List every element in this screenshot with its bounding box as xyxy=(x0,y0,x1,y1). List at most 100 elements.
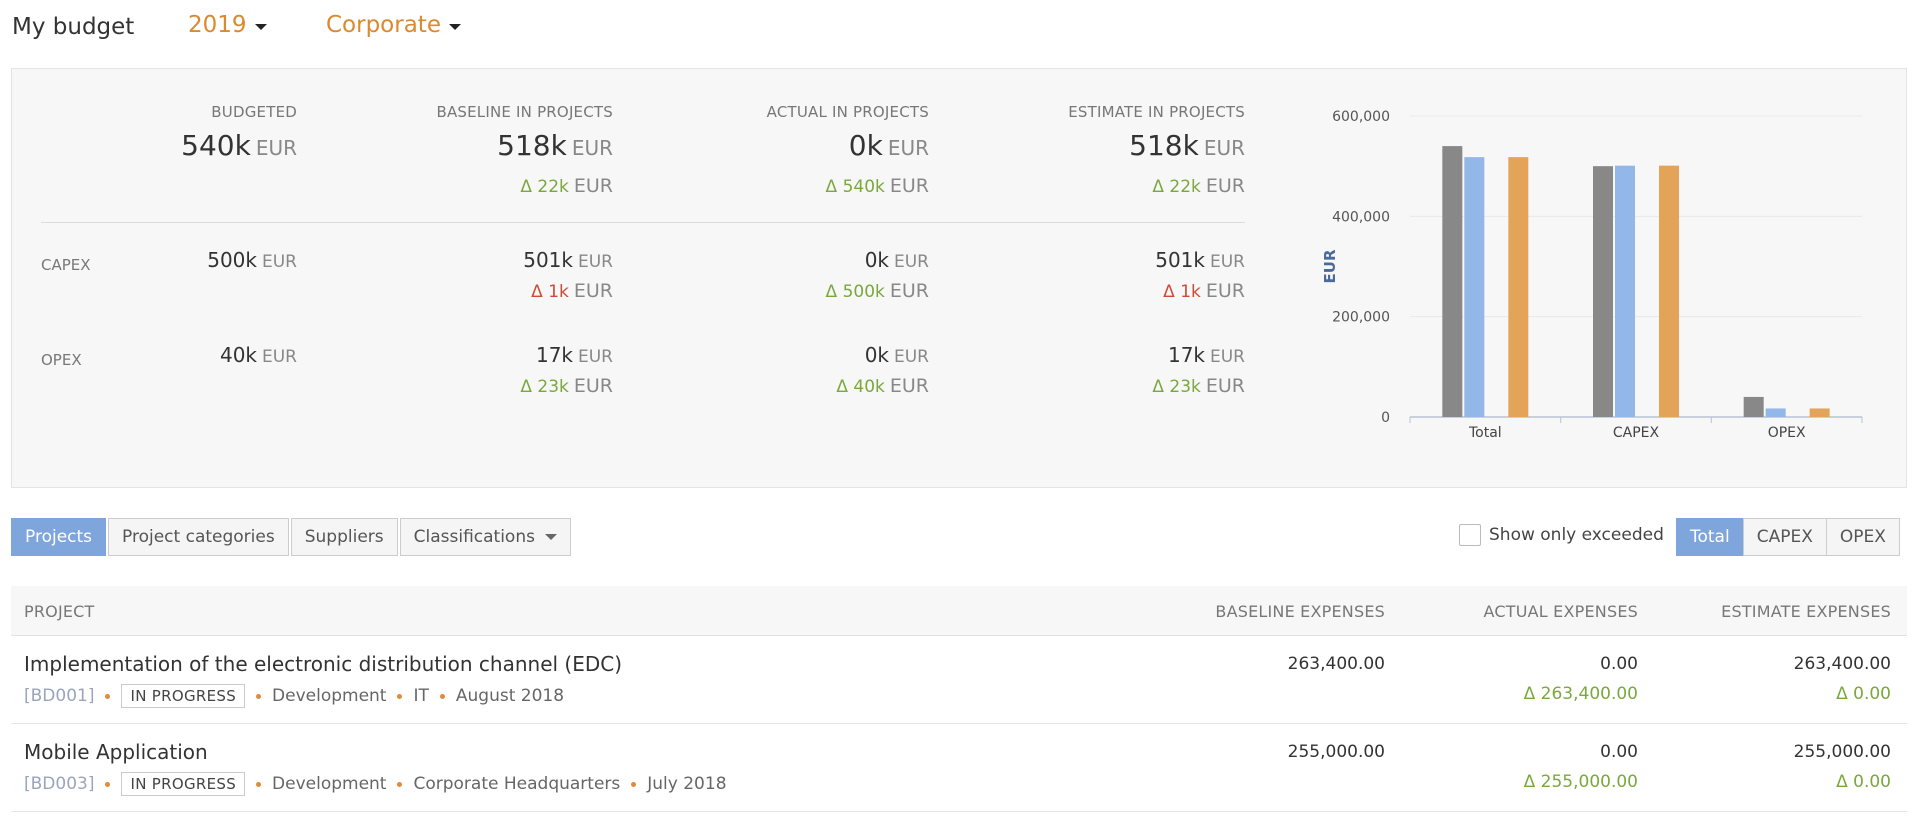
bar xyxy=(1765,408,1786,417)
expense-type-selector: Total CAPEX OPEX xyxy=(1676,518,1900,556)
projects-table-header: PROJECT BASELINE EXPENSES ACTUAL EXPENSE… xyxy=(11,586,1907,636)
project-location: Corporate Headquarters xyxy=(413,774,621,794)
estimate-expense-delta: Δ 0.00 xyxy=(1836,684,1891,704)
column-header-estimate: ESTIMATE IN PROJECTS xyxy=(1068,103,1245,121)
project-code: [BD001] xyxy=(24,686,95,706)
bar xyxy=(1508,157,1529,417)
total-actual-delta: Δ 540k EUR xyxy=(825,175,929,197)
chevron-down-icon xyxy=(254,24,267,30)
total-baseline: 518k EUR xyxy=(497,129,613,162)
project-meta: [BD001] IN PROGRESS Development IT Augus… xyxy=(24,684,564,708)
segment-total[interactable]: Total xyxy=(1676,518,1744,556)
bar xyxy=(1809,408,1830,417)
show-only-exceeded-toggle[interactable]: Show only exceeded xyxy=(1459,524,1664,546)
opex-actual-delta: Δ 40k EUR xyxy=(836,375,929,397)
y-tick-label: 200,000 xyxy=(1332,310,1390,326)
tab-classifications[interactable]: Classifications xyxy=(399,518,571,556)
column-header-budgeted: BUDGETED xyxy=(211,103,297,121)
actual-expense-delta: Δ 255,000.00 xyxy=(1523,772,1638,792)
separator-dot xyxy=(256,781,262,787)
x-tick-label: OPEX xyxy=(1768,425,1806,441)
column-header-actual: ACTUAL IN PROJECTS xyxy=(766,103,929,121)
opex-estimate: 17k EUR xyxy=(1167,343,1245,367)
baseline-expense: 255,000.00 xyxy=(1287,742,1385,762)
bar xyxy=(1659,165,1679,417)
capex-budgeted: 500k EUR xyxy=(207,248,297,272)
opex-baseline: 17k EUR xyxy=(535,343,613,367)
separator-dot xyxy=(439,693,445,699)
table-row[interactable]: Implementation of the electronic distrib… xyxy=(11,636,1907,724)
y-axis-label: EUR xyxy=(1321,249,1339,283)
separator-dot xyxy=(105,693,111,699)
total-actual: 0k EUR xyxy=(848,129,929,162)
segment-capex[interactable]: CAPEX xyxy=(1742,518,1827,556)
tab-projects[interactable]: Projects xyxy=(11,518,107,556)
opex-estimate-delta: Δ 23k EUR xyxy=(1152,375,1245,397)
status-badge: IN PROGRESS xyxy=(121,772,246,796)
segment-opex[interactable]: OPEX xyxy=(1825,518,1900,556)
page-title: My budget xyxy=(12,14,135,40)
opex-baseline-delta: Δ 23k EUR xyxy=(520,375,613,397)
separator-dot xyxy=(256,693,262,699)
scope-dropdown-label: Corporate xyxy=(326,12,441,38)
year-dropdown[interactable]: 2019 xyxy=(188,12,267,38)
separator-dot xyxy=(631,781,637,787)
estimate-expense: 263,400.00 xyxy=(1793,654,1891,674)
capex-actual-delta: Δ 500k EUR xyxy=(825,280,929,302)
page-header: My budget xyxy=(12,10,134,44)
actual-expense: 0.00 xyxy=(1600,742,1638,762)
total-budgeted: 540k EUR xyxy=(181,129,297,162)
total-estimate: 518k EUR xyxy=(1129,129,1245,162)
project-name[interactable]: Mobile Application xyxy=(24,740,208,764)
capex-actual: 0k EUR xyxy=(864,248,929,272)
actual-expense-delta: Δ 263,400.00 xyxy=(1523,684,1638,704)
x-tick-label: CAPEX xyxy=(1613,425,1660,441)
bar xyxy=(1615,165,1635,417)
bar xyxy=(1593,166,1613,417)
chevron-down-icon xyxy=(448,24,461,30)
project-date: July 2018 xyxy=(647,774,727,794)
total-estimate-delta: Δ 22k EUR xyxy=(1152,175,1245,197)
bar xyxy=(1743,396,1764,417)
th-actual-expenses: ACTUAL EXPENSES xyxy=(1483,602,1638,621)
column-header-baseline: BASELINE IN PROJECTS xyxy=(436,103,613,121)
project-location: IT xyxy=(413,686,429,706)
scope-dropdown[interactable]: Corporate xyxy=(326,12,461,38)
th-project: PROJECT xyxy=(24,602,95,621)
capex-estimate: 501k EUR xyxy=(1155,248,1245,272)
opex-budgeted: 40k EUR xyxy=(219,343,297,367)
project-category: Development xyxy=(272,774,387,794)
capex-baseline-delta: Δ 1k EUR xyxy=(531,280,613,302)
y-tick-label: 0 xyxy=(1381,410,1390,426)
total-baseline-delta: Δ 22k EUR xyxy=(520,175,613,197)
opex-label: OPEX xyxy=(41,351,82,369)
estimate-expense-delta: Δ 0.00 xyxy=(1836,772,1891,792)
project-meta: [BD003] IN PROGRESS Development Corporat… xyxy=(24,772,727,796)
chevron-down-icon xyxy=(544,534,557,540)
exceeded-label: Show only exceeded xyxy=(1489,525,1664,545)
th-estimate-expenses: ESTIMATE EXPENSES xyxy=(1721,602,1891,621)
tab-project-categories[interactable]: Project categories xyxy=(108,518,289,556)
table-row[interactable]: Mobile Application [BD003] IN PROGRESS D… xyxy=(11,724,1907,812)
separator-dot xyxy=(105,781,111,787)
estimate-expense: 255,000.00 xyxy=(1793,742,1891,762)
exceeded-checkbox[interactable] xyxy=(1459,524,1481,546)
budget-bar-chart: 0 200,000 400,000 600,000 EUR Total CAPEX OPEX xyxy=(1321,109,1863,441)
tab-suppliers[interactable]: Suppliers xyxy=(290,518,398,556)
project-name[interactable]: Implementation of the electronic distrib… xyxy=(24,652,622,676)
summary-divider xyxy=(41,222,1245,223)
th-baseline-expenses: BASELINE EXPENSES xyxy=(1215,602,1385,621)
capex-baseline: 501k EUR xyxy=(523,248,613,272)
year-dropdown-label: 2019 xyxy=(188,12,247,38)
opex-actual: 0k EUR xyxy=(864,343,929,367)
capex-label: CAPEX xyxy=(41,256,91,274)
y-tick-label: 400,000 xyxy=(1332,209,1390,225)
bar xyxy=(1464,157,1485,417)
status-badge: IN PROGRESS xyxy=(121,684,246,708)
project-category: Development xyxy=(272,686,387,706)
project-date: August 2018 xyxy=(455,686,565,706)
x-tick-label: Total xyxy=(1468,425,1502,441)
baseline-expense: 263,400.00 xyxy=(1287,654,1385,674)
project-code: [BD003] xyxy=(24,774,95,794)
tab-classifications-label: Classifications xyxy=(413,527,535,547)
